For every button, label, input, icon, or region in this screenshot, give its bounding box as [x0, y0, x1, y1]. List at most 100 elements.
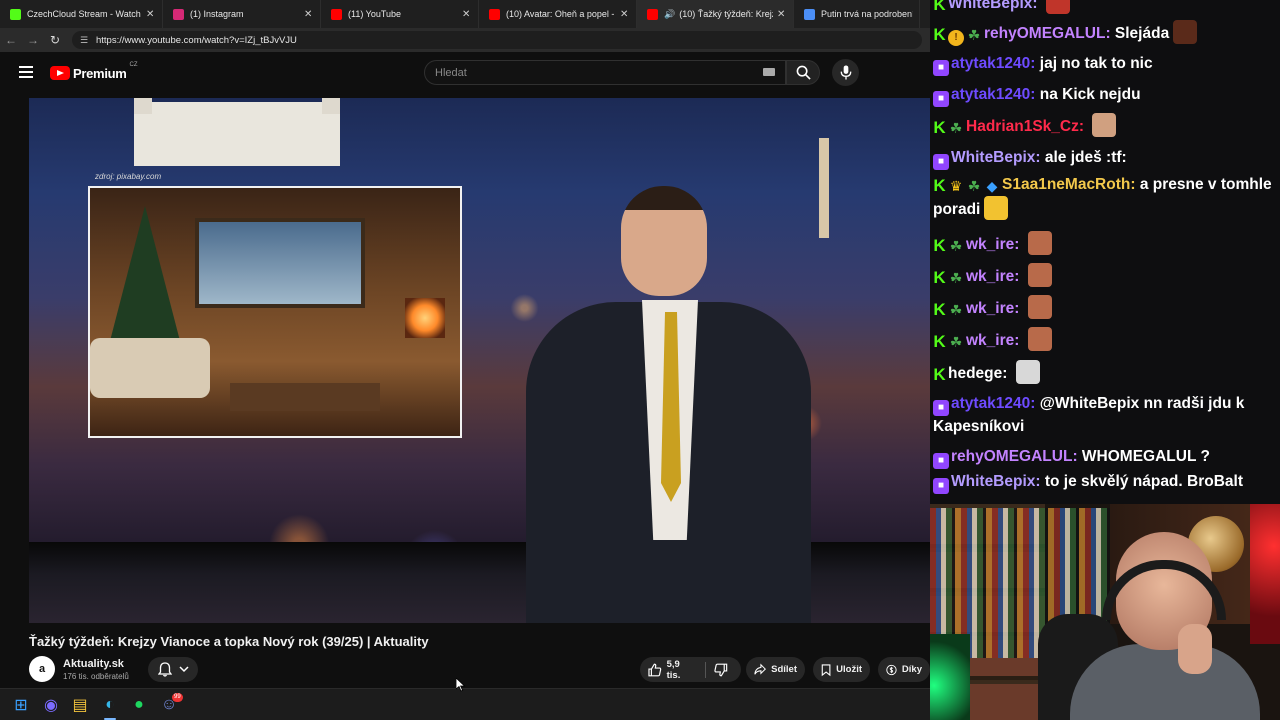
chat-username[interactable]: Hadrian1Sk_Cz [966, 118, 1079, 135]
leaf-badge-icon: ☘ [949, 334, 963, 350]
tab-close-icon[interactable]: ✕ [304, 9, 314, 20]
chat-username[interactable]: atytak1240 [951, 395, 1030, 412]
browser-tab[interactable]: (1) Instagram ✕ [163, 0, 321, 28]
twitch-badge-icon: ■ [933, 478, 949, 494]
save-button[interactable]: Uložit [813, 657, 870, 682]
menu-icon[interactable] [19, 66, 33, 78]
streamer-webcam [930, 504, 1280, 720]
share-label: Sdílet [771, 664, 797, 675]
chat-separator: : [1014, 332, 1024, 349]
chat-separator: : [1030, 395, 1040, 412]
search-button[interactable] [786, 60, 820, 85]
channel-avatar[interactable]: a [29, 656, 55, 682]
coffee-table-image [230, 383, 380, 411]
search-placeholder: Hledat [435, 66, 467, 79]
castle-image [134, 98, 340, 166]
twitch-badge-icon: ■ [933, 154, 949, 170]
browser-tab[interactable]: (11) YouTube ✕ [321, 0, 479, 28]
chat-username[interactable]: WhiteBepix [951, 149, 1035, 166]
like-divider [705, 661, 707, 678]
image-source-caption: zdroj: pixabay.com [95, 172, 162, 181]
dark-ring-emote [1173, 20, 1198, 44]
tab-close-icon[interactable]: ✕ [146, 9, 156, 20]
spotify-icon[interactable]: ● [129, 695, 149, 715]
chat-message: K ☘ Hadrian1Sk_Cz: [933, 111, 1273, 142]
chat-username[interactable]: wk_ire [966, 268, 1014, 285]
site-info-icon[interactable]: ☰ [80, 35, 90, 45]
presenter-head [621, 186, 707, 296]
chat-username[interactable]: WhiteBepix [951, 473, 1035, 490]
chat-username[interactable]: wk_ire [966, 332, 1014, 349]
chevron-down-icon [178, 666, 189, 673]
voice-search-button[interactable] [832, 59, 859, 86]
reload-button[interactable]: ↻ [44, 33, 66, 47]
tab-close-icon[interactable]: ✕ [620, 9, 630, 20]
browser-tab[interactable]: CzechCloud Stream - Watch Live o ✕ [0, 0, 163, 28]
copilot-icon[interactable]: ◉ [41, 695, 61, 715]
address-bar[interactable]: ☰ https://www.youtube.com/watch?v=IZj_tB… [72, 31, 922, 49]
video-title: Ťažký týždeň: Krejzy Vianoce a topka Nov… [29, 634, 429, 649]
share-button[interactable]: Sdílet [746, 657, 805, 682]
back-button[interactable]: ← [0, 33, 22, 47]
edge-icon[interactable]: ◐ [100, 695, 120, 715]
browser-tab[interactable]: 🔊 (10) Ťažký týždeň: Krejzy Vian ✕ [637, 0, 794, 28]
chat-separator: : [1030, 55, 1040, 72]
sofa-image [90, 338, 210, 398]
notification-bell-button[interactable] [148, 657, 198, 682]
chat-separator: : [1105, 25, 1115, 42]
browser-tab[interactable]: (10) Avatar: Oheň a popel - Už mě ✕ [479, 0, 637, 28]
chat-separator: : [1002, 365, 1012, 382]
keyboard-icon[interactable] [763, 68, 775, 76]
twitch-badge-icon: ■ [933, 60, 949, 76]
chat-message: K ☘ wk_ire: [933, 293, 1273, 324]
youtube-play-icon [50, 66, 70, 80]
window-image [195, 218, 365, 308]
chat-username[interactable]: wk_ire [966, 236, 1014, 253]
chat-message: ■ WhiteBepix: ale jdeš :tf: [933, 142, 1273, 173]
smile-face-emote [1027, 295, 1052, 319]
windows-start-icon[interactable]: ⊞ [11, 695, 31, 715]
youtube-page: Premium CZ Hledat zdroj: pixabay.com Ťaž… [0, 52, 930, 688]
chat-username[interactable]: wk_ire [966, 300, 1014, 317]
chat-separator: : [1035, 473, 1045, 490]
kick-badge-icon: K [933, 268, 946, 287]
tab-title: CzechCloud Stream - Watch Live o [27, 9, 142, 19]
mouse-emote [1015, 360, 1040, 384]
chat-username[interactable]: WhiteBepix [948, 0, 1032, 12]
search-input[interactable]: Hledat [424, 60, 786, 85]
chat-username[interactable]: rehyOMEGALUL [984, 25, 1105, 42]
video-player[interactable]: zdroj: pixabay.com [29, 98, 930, 623]
like-count[interactable]: 5,9 tis. [667, 659, 696, 681]
chat-username[interactable]: hedege [948, 365, 1002, 382]
smile-face-emote [1027, 263, 1052, 287]
tab-audio-icon[interactable]: 🔊 [664, 9, 675, 20]
chat-username[interactable]: atytak1240 [951, 86, 1030, 103]
chat-username[interactable]: S1aa1neMacRoth [1002, 176, 1130, 193]
kick-icon [10, 8, 21, 20]
chat-message: K ♛ ☘ ◆ S1aa1neMacRoth: a presne v tomhle po… [933, 174, 1273, 221]
chat-message: ■ atytak1240: jaj no tak to nic [933, 48, 1273, 79]
logo-text: Premium [73, 65, 127, 81]
browser-toolbar: ← → ↻ ☰ https://www.youtube.com/watch?v=… [0, 28, 930, 52]
twitch-badge-icon: ■ [933, 91, 949, 107]
dislike-icon[interactable] [714, 663, 728, 677]
youtube-logo[interactable]: Premium CZ [50, 62, 138, 82]
chat-text: WHOMEGALUL ? [1081, 448, 1210, 465]
chat-username[interactable]: atytak1240 [951, 55, 1030, 72]
chat-username[interactable]: rehyOMEGALUL [951, 448, 1072, 465]
browser-tab[interactable]: Putin trvá na podrobení Ukraj [794, 0, 920, 28]
channel-name[interactable]: Aktuality.sk [63, 658, 124, 670]
kick-badge-icon: K [933, 365, 946, 384]
christmas-room-image [88, 186, 462, 438]
thanks-button[interactable]: Díky [878, 657, 930, 682]
leaf-badge-icon: ☘ [967, 178, 981, 194]
crown-badge-icon: ♛ [949, 178, 963, 194]
forward-button[interactable]: → [22, 33, 44, 47]
like-icon[interactable] [648, 663, 662, 677]
chat-message: K ☘ wk_ire: [933, 261, 1273, 292]
chat-separator: : [1030, 86, 1040, 103]
file-explorer-icon[interactable]: ▤ [70, 695, 90, 715]
tab-title: Putin trvá na podrobení Ukraj [821, 9, 913, 19]
tab-close-icon[interactable]: ✕ [462, 9, 472, 20]
tab-close-icon[interactable]: ✕ [777, 9, 787, 20]
